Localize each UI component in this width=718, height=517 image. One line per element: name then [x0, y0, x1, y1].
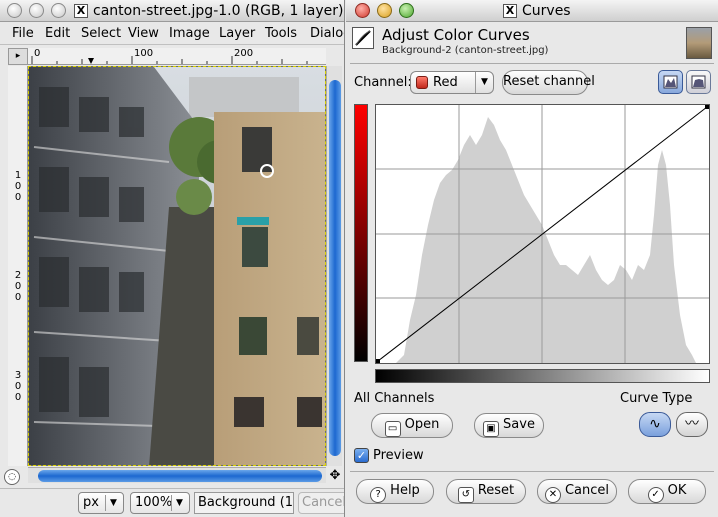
curve-graph[interactable]	[375, 104, 710, 364]
help-label: Help	[390, 483, 420, 498]
divider	[350, 471, 714, 472]
help-button[interactable]: ? Help	[356, 479, 434, 504]
image-thumbnail	[686, 27, 712, 59]
channel-select[interactable]: Red ▼	[410, 71, 494, 94]
preview-checkbox[interactable]: ✓	[354, 448, 369, 463]
x11-icon: X	[503, 4, 517, 18]
menu-select[interactable]: Select	[81, 26, 121, 41]
minimize-button[interactable]	[377, 3, 392, 18]
divider	[350, 63, 714, 64]
curve-control-point	[705, 105, 709, 109]
x11-icon: X	[74, 4, 88, 18]
chevron-down-icon: ▼	[475, 72, 493, 93]
street-photo	[29, 67, 325, 465]
open-label: Open	[404, 417, 440, 432]
red-channel-icon	[416, 76, 428, 89]
ok-icon: ✓	[647, 487, 664, 503]
menu-dialogs[interactable]: Dialog	[310, 26, 344, 41]
help-icon: ?	[370, 487, 387, 503]
horizontal-ruler[interactable]: 0 100 200	[28, 48, 326, 65]
menu-tools[interactable]: Tools	[265, 26, 297, 41]
window-title: canton-street.jpg-1.0 (RGB, 1 layer) 30	[93, 3, 345, 19]
cancel-label: Cancel	[564, 483, 610, 498]
unit-value: px	[83, 495, 99, 510]
close-button[interactable]	[7, 3, 22, 18]
unit-select[interactable]: px ▼	[78, 492, 124, 514]
menu-edit[interactable]: Edit	[45, 26, 70, 41]
chevron-down-icon: ▼	[105, 495, 121, 511]
vertical-scrollbar[interactable]	[326, 66, 342, 466]
ruler-label: 0	[34, 48, 41, 59]
minimize-button[interactable]	[29, 3, 44, 18]
channel-label: Channel:	[354, 75, 412, 90]
smooth-curve-icon[interactable]: ∿	[639, 412, 671, 437]
cancel-button[interactable]: ✕ Cancel	[537, 479, 617, 504]
layer-status: Background (1.2	[194, 492, 294, 514]
ok-button[interactable]: ✓ OK	[628, 479, 706, 504]
image-canvas[interactable]	[28, 66, 326, 466]
cancel-icon: ✕	[544, 487, 561, 503]
ruler-corner-menu-button[interactable]: ▸	[8, 48, 28, 65]
log-histogram-icon[interactable]	[686, 70, 711, 94]
linear-histogram-icon[interactable]	[658, 70, 683, 94]
dialog-heading: Adjust Color Curves	[382, 26, 530, 44]
red-gradient-bar	[354, 104, 368, 362]
zoom-value: 100%	[135, 495, 173, 510]
quick-mask-icon[interactable]: ◌	[4, 469, 20, 485]
image-window-titlebar: X canton-street.jpg-1.0 (RGB, 1 layer) 3…	[0, 0, 345, 22]
menu-image[interactable]: Image	[169, 26, 210, 41]
menu-view[interactable]: View	[128, 26, 159, 41]
ruler-label: 200	[234, 48, 254, 59]
all-channels-label: All Channels	[354, 391, 435, 406]
close-button[interactable]	[355, 3, 370, 18]
zoom-button[interactable]	[51, 3, 66, 18]
status-cancel-button[interactable]: Cancel	[298, 492, 344, 514]
zoom-select[interactable]: 100% ▼	[130, 492, 190, 514]
image-window: X canton-street.jpg-1.0 (RGB, 1 layer) 3…	[0, 0, 345, 517]
curve-histogram	[376, 105, 709, 363]
menu-file[interactable]: File	[12, 26, 34, 41]
ruler-label: 3 0 0	[14, 370, 22, 403]
vertical-scroll-thumb[interactable]	[329, 80, 341, 456]
reset-button[interactable]: ↺ Reset	[446, 479, 526, 504]
curve-control-point	[376, 359, 380, 363]
chevron-down-icon: ▼	[171, 495, 187, 511]
input-gradient-bar	[375, 369, 710, 383]
navigate-icon[interactable]: ✥	[328, 469, 342, 483]
horizontal-scroll-thumb[interactable]	[38, 470, 322, 482]
ruler-ticks	[31, 56, 308, 64]
save-button[interactable]: ▣ Save	[474, 413, 544, 438]
reset-label: Reset	[477, 483, 515, 498]
reset-icon: ↺	[457, 487, 474, 503]
floppy-icon: ▣	[483, 421, 500, 437]
ruler-label: 100	[134, 48, 154, 59]
menu-layer[interactable]: Layer	[219, 26, 255, 41]
horizontal-scrollbar[interactable]	[28, 467, 326, 483]
preview-label: Preview	[373, 448, 424, 463]
freehand-curve-icon[interactable]: 〰	[676, 412, 708, 437]
dialog-subheading: Background-2 (canton-street.jpg)	[382, 45, 549, 56]
folder-icon: ▭	[384, 421, 401, 437]
reset-channel-button[interactable]: Reset channel	[502, 70, 595, 95]
curves-titlebar: X Curves	[346, 0, 718, 22]
save-label: Save	[503, 417, 535, 432]
vertical-ruler[interactable]: 1 0 0 2 0 0 3 0 0	[8, 66, 28, 466]
curves-tool-icon	[352, 27, 374, 49]
curves-dialog: X Curves Adjust Color Curves Background-…	[346, 0, 718, 517]
ruler-label: 2 0 0	[14, 270, 22, 303]
open-button[interactable]: ▭ Open	[371, 413, 453, 438]
zoom-button[interactable]	[399, 3, 414, 18]
ruler-label: 1 0 0	[14, 170, 22, 203]
statusbar: px ▼ 100% ▼ Background (1.2 Cancel	[0, 488, 344, 517]
menubar: File Edit Select View Image Layer Tools …	[0, 23, 344, 45]
ok-label: OK	[667, 483, 687, 498]
curve-type-label: Curve Type	[620, 391, 693, 406]
channel-value: Red	[433, 75, 458, 90]
dialog-title: Curves	[522, 3, 571, 19]
